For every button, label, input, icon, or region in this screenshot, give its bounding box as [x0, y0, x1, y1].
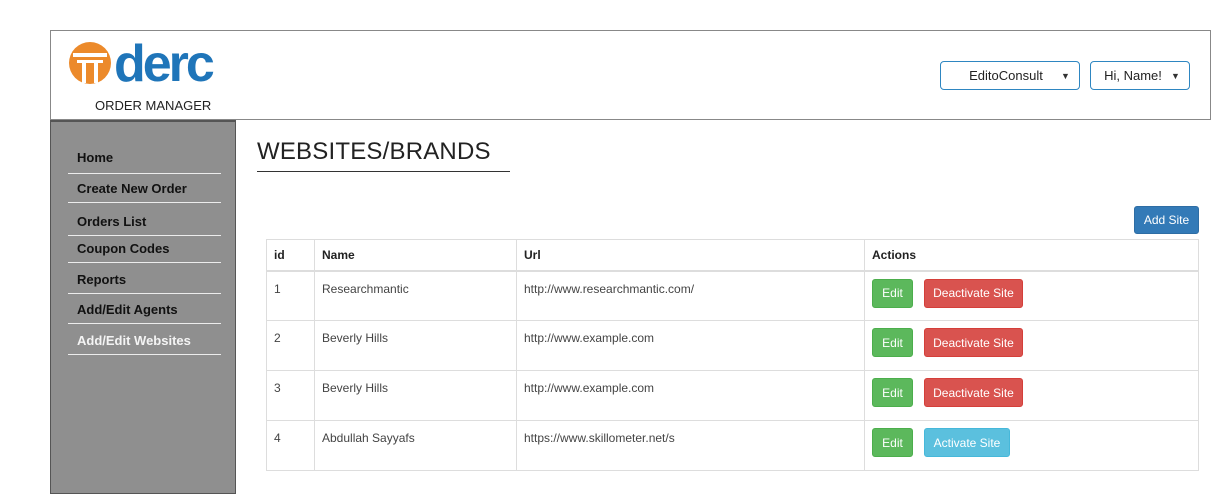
- deactivate-site-button[interactable]: Deactivate Site: [924, 378, 1023, 407]
- cell-name: Abdullah Sayyafs: [314, 420, 517, 471]
- table-row: 4 Abdullah Sayyafs https://www.skillomet…: [266, 420, 1199, 471]
- column-header-name: Name: [314, 239, 517, 272]
- column-header-id: id: [266, 239, 315, 272]
- edit-button[interactable]: Edit: [872, 378, 913, 407]
- table-header-row: id Name Url Actions: [266, 239, 1199, 272]
- page-title: WEBSITES/BRANDS: [257, 138, 491, 165]
- edit-button[interactable]: Edit: [872, 328, 913, 357]
- cell-actions: Edit Activate Site: [864, 420, 1199, 471]
- websites-table: id Name Url Actions 1 Researchmantic htt…: [266, 239, 1199, 471]
- sidebar-item-coupon-codes[interactable]: Coupon Codes: [68, 241, 221, 263]
- cell-id: 1: [266, 270, 315, 321]
- title-underline: [257, 171, 510, 172]
- chevron-down-icon: ▼: [1171, 70, 1180, 81]
- sidebar-item-agents[interactable]: Add/Edit Agents: [68, 302, 221, 324]
- table-row: 2 Beverly Hills http://www.example.com E…: [266, 320, 1199, 371]
- sidebar-nav: Home Create New Order Orders List Coupon…: [50, 120, 236, 494]
- logo-mark-icon: derc: [69, 39, 214, 93]
- column-header-url: Url: [516, 239, 865, 272]
- logo-subtitle: ORDER MANAGER: [95, 98, 212, 113]
- activate-site-button[interactable]: Activate Site: [924, 428, 1010, 457]
- cell-name: Beverly Hills: [314, 320, 517, 371]
- cell-actions: Edit Deactivate Site: [864, 320, 1199, 371]
- sidebar-item-websites[interactable]: Add/Edit Websites: [68, 333, 221, 355]
- add-site-button[interactable]: Add Site: [1134, 206, 1199, 234]
- sidebar-item-orders-list[interactable]: Orders List: [68, 214, 221, 236]
- cell-id: 2: [266, 320, 315, 371]
- cell-url: https://www.skillometer.net/s: [516, 420, 865, 471]
- chevron-down-icon: ▼: [1061, 70, 1070, 81]
- sidebar-item-reports[interactable]: Reports: [68, 272, 221, 294]
- edit-button[interactable]: Edit: [872, 278, 913, 308]
- deactivate-site-button[interactable]: Deactivate Site: [924, 278, 1023, 308]
- table-row: 1 Researchmantic http://www.researchmant…: [266, 270, 1199, 321]
- cell-id: 4: [266, 420, 315, 471]
- cell-actions: Edit Deactivate Site: [864, 270, 1199, 321]
- user-menu-label: Hi, Name!: [1104, 68, 1162, 83]
- user-menu[interactable]: Hi, Name! ▼: [1090, 61, 1190, 90]
- edit-button[interactable]: Edit: [872, 428, 913, 457]
- top-header: derc ORDER MANAGER EditoConsult ▼ Hi, Na…: [50, 30, 1211, 120]
- company-select[interactable]: EditoConsult ▼: [940, 61, 1080, 90]
- cell-url: http://www.researchmantic.com/: [516, 270, 865, 321]
- logo-text: derc: [114, 39, 214, 93]
- company-select-value: EditoConsult: [969, 68, 1043, 83]
- column-header-actions: Actions: [864, 239, 1199, 272]
- brand-logo[interactable]: derc ORDER MANAGER: [69, 39, 214, 113]
- cell-name: Beverly Hills: [314, 370, 517, 421]
- cell-actions: Edit Deactivate Site: [864, 370, 1199, 421]
- table-row: 3 Beverly Hills http://www.example.com E…: [266, 370, 1199, 421]
- sidebar-item-home[interactable]: Home: [68, 150, 221, 174]
- sidebar-item-create-new-order[interactable]: Create New Order: [68, 181, 221, 203]
- cell-id: 3: [266, 370, 315, 421]
- cell-name: Researchmantic: [314, 270, 517, 321]
- deactivate-site-button[interactable]: Deactivate Site: [924, 328, 1023, 357]
- cell-url: http://www.example.com: [516, 370, 865, 421]
- cell-url: http://www.example.com: [516, 320, 865, 371]
